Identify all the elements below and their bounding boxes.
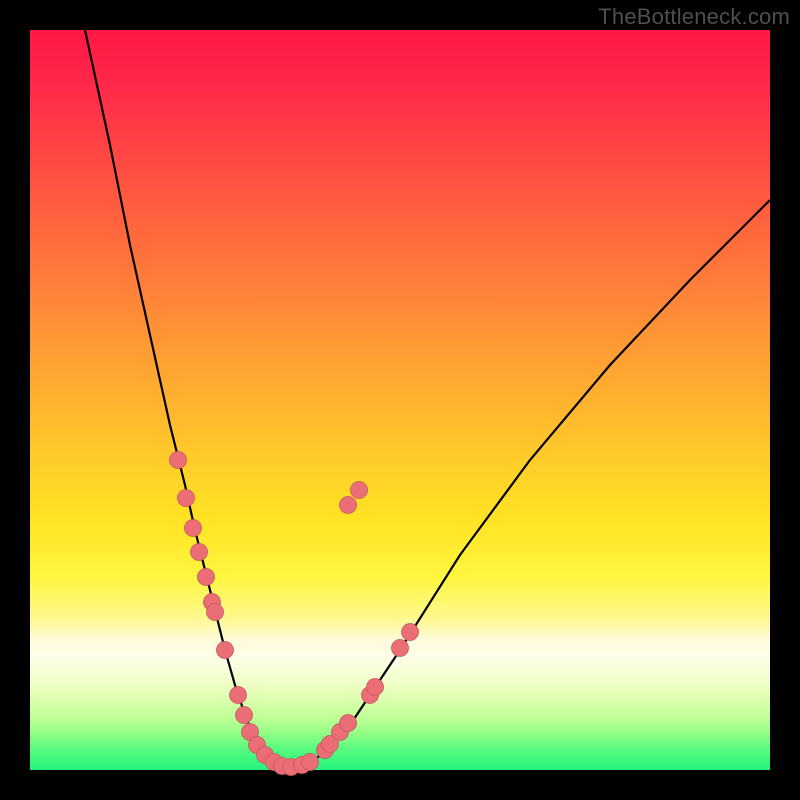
curve-marker [351, 482, 368, 499]
curve-marker [302, 754, 319, 771]
watermark-text: TheBottleneck.com [598, 4, 790, 30]
plot-area [30, 30, 770, 770]
curve-marker [340, 715, 357, 732]
curve-marker [185, 520, 202, 537]
curve-marker [392, 640, 409, 657]
curve-marker [236, 707, 253, 724]
curve-marker [170, 452, 187, 469]
curve-marker [402, 624, 419, 641]
curve-marker [198, 569, 215, 586]
curve-marker [207, 604, 224, 621]
curve-marker [230, 687, 247, 704]
curve-marker [217, 642, 234, 659]
bottleneck-curve [85, 30, 770, 767]
curve-marker [191, 544, 208, 561]
curve-marker [367, 679, 384, 696]
curve-markers [170, 452, 419, 776]
curve-marker [178, 490, 195, 507]
chart-frame: TheBottleneck.com [0, 0, 800, 800]
curve-marker [340, 497, 357, 514]
chart-svg [30, 30, 770, 770]
